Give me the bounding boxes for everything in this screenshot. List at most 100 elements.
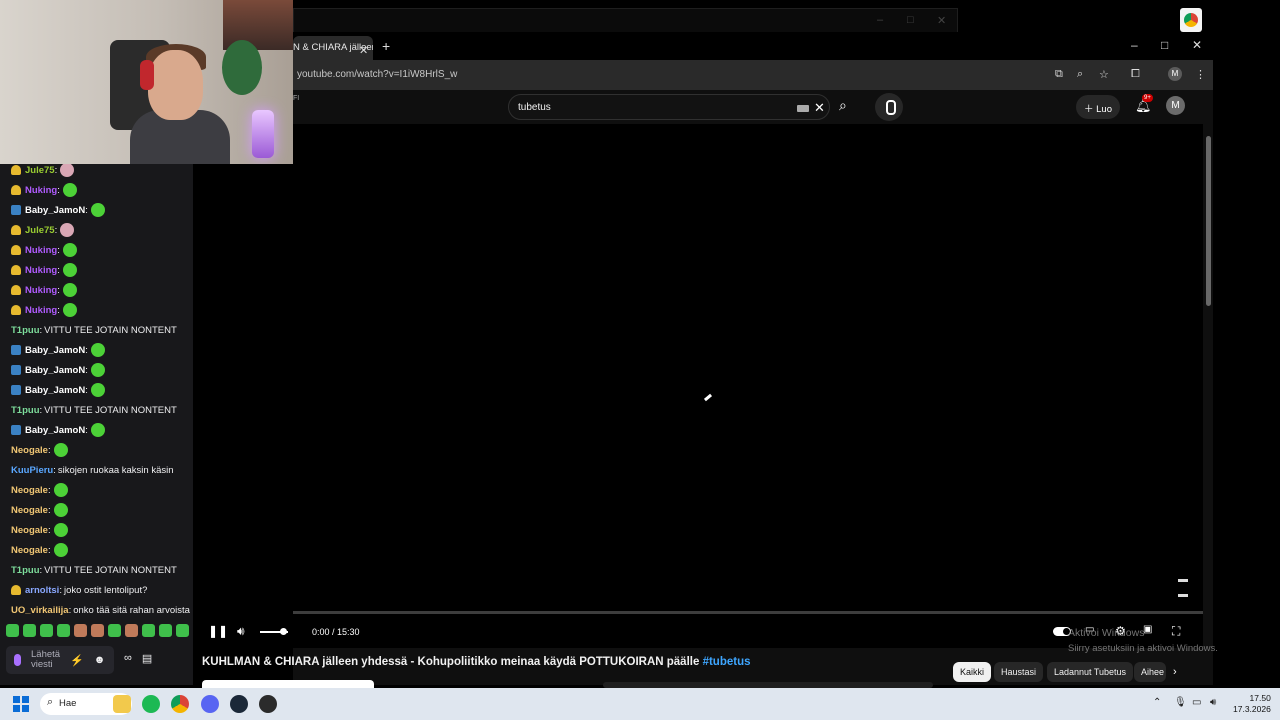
chat-separator: : bbox=[68, 604, 72, 616]
chat-username[interactable]: Neogale bbox=[11, 525, 48, 536]
clock-date: 17.3.2026 bbox=[1233, 704, 1271, 714]
chip-next-icon[interactable]: › bbox=[1173, 666, 1177, 678]
chat-separator: : bbox=[57, 264, 60, 276]
chip-uploaded-by[interactable]: Ladannut Tubetus bbox=[1047, 662, 1134, 682]
chat-username[interactable]: T1puu bbox=[11, 405, 40, 416]
webcam-lamp bbox=[252, 110, 274, 158]
chat-separator: : bbox=[59, 584, 62, 596]
volume-icon[interactable]: 🔊︎ bbox=[237, 624, 245, 639]
chat-username[interactable]: UO_virkailija bbox=[11, 605, 69, 616]
chat-username[interactable]: Baby_JamoN bbox=[25, 385, 85, 396]
chat-emote-icon bbox=[62, 263, 77, 277]
chat-username[interactable]: Nuking bbox=[25, 185, 57, 196]
chat-username[interactable]: Baby_JamoN bbox=[25, 425, 85, 436]
bg-close-button[interactable]: ✕ bbox=[937, 14, 946, 27]
chat-message: T1puu: VITTU TEE JOTAIN NONTENT bbox=[0, 560, 193, 580]
chat-username[interactable]: Nuking bbox=[25, 265, 57, 276]
chat-username[interactable]: Neogale bbox=[11, 505, 48, 516]
chat-message: Baby_JamoN: bbox=[0, 380, 193, 400]
chat-separator: : bbox=[57, 184, 60, 196]
desktop-chrome-icon[interactable] bbox=[1180, 8, 1202, 32]
obs-icon[interactable] bbox=[259, 695, 277, 713]
chat-text: joko ostit lentoliput? bbox=[63, 584, 148, 596]
chip-all[interactable]: Kaikki bbox=[953, 662, 992, 682]
chat-username[interactable]: Jule75 bbox=[25, 165, 55, 176]
chat-separator: : bbox=[47, 524, 51, 536]
chat-message: Neogale: bbox=[0, 500, 193, 520]
background-window-titlebar: – □ ✕ bbox=[293, 8, 958, 34]
chat-mic-icon[interactable] bbox=[14, 654, 21, 666]
tray-network-icon[interactable]: ▭ bbox=[1192, 697, 1201, 708]
chat-username[interactable]: Jule75 bbox=[25, 225, 55, 236]
sub-badge-icon bbox=[11, 265, 21, 275]
chip-related[interactable]: Aihee bbox=[1134, 662, 1166, 682]
video-hashtag[interactable]: #tubetus bbox=[703, 656, 751, 668]
twitch-chat-panel: Jule75: Nuking: Baby_JamoN: Jule75: Nuking: N… bbox=[0, 160, 193, 685]
chat-username[interactable]: Neogale bbox=[11, 485, 48, 496]
chat-username[interactable]: T1puu bbox=[11, 565, 40, 576]
clock-time: 17.50 bbox=[1249, 693, 1271, 703]
chat-emote-icon bbox=[60, 223, 75, 237]
chat-username[interactable]: Neogale bbox=[11, 545, 48, 556]
sub-badge-icon bbox=[11, 165, 21, 175]
chat-message: Nuking: bbox=[0, 300, 193, 320]
tray-mic-icon[interactable]: 🎙︎ bbox=[1174, 697, 1187, 708]
emote-bar[interactable] bbox=[6, 624, 193, 637]
chat-separator: : bbox=[57, 244, 60, 256]
bg-minimize-button[interactable]: – bbox=[877, 14, 883, 26]
windows-activation-text: Siirry asetuksiin ja aktivoi Windows. bbox=[1068, 643, 1218, 654]
discord-icon[interactable] bbox=[201, 695, 219, 713]
chat-message: Jule75: bbox=[0, 220, 193, 240]
gift-icon[interactable]: ▤ bbox=[142, 652, 152, 665]
chat-message: T1puu: VITTU TEE JOTAIN NONTENT bbox=[0, 400, 193, 420]
chat-separator: : bbox=[54, 164, 58, 176]
chat-text: VITTU TEE JOTAIN NONTENT bbox=[44, 404, 177, 416]
taskbar-clock[interactable]: 17.50 17.3.2026 bbox=[1233, 693, 1271, 715]
subscribe-area[interactable] bbox=[202, 680, 374, 688]
volume-knob[interactable] bbox=[280, 628, 287, 635]
chat-separator: : bbox=[47, 444, 51, 456]
chat-username[interactable]: Nuking bbox=[25, 285, 57, 296]
chat-emote-icon bbox=[53, 523, 68, 537]
chat-username[interactable]: Nuking bbox=[25, 305, 57, 316]
prime-badge-icon bbox=[11, 385, 21, 395]
chat-tool-icon[interactable]: ⚡ bbox=[70, 654, 84, 667]
chat-username[interactable]: KuuPieru bbox=[11, 465, 53, 476]
chat-username[interactable]: arnoltsi bbox=[25, 585, 59, 596]
desktop: Jule75: Nuking: Baby_JamoN: Jule75: Nuking: N… bbox=[0, 0, 1280, 720]
bg-maximize-button[interactable]: □ bbox=[907, 14, 914, 26]
chat-emote-icon bbox=[62, 243, 77, 257]
start-button[interactable] bbox=[13, 696, 29, 712]
chat-separator: : bbox=[53, 464, 56, 476]
taskbar: Hae ⌃ 🎙︎ ▭ 🔊︎ 17.50 17.3.2026 bbox=[0, 688, 1280, 720]
emote-picker-icon[interactable]: ☻ bbox=[94, 654, 106, 667]
infinity-icon[interactable]: ∞ bbox=[124, 652, 132, 665]
chat-emote-icon bbox=[90, 383, 105, 397]
chat-message: T1puu: VITTU TEE JOTAIN NONTENT bbox=[0, 320, 193, 340]
file-explorer-icon[interactable] bbox=[113, 695, 131, 713]
chip-search[interactable]: Haustasi bbox=[994, 662, 1044, 682]
chat-emote-icon bbox=[90, 363, 105, 377]
chat-emote-icon bbox=[60, 163, 75, 177]
chat-message: Neogale: bbox=[0, 480, 193, 500]
chat-separator: : bbox=[85, 424, 88, 436]
sub-badge-icon bbox=[11, 285, 21, 295]
pause-icon[interactable]: ❚❚ bbox=[208, 624, 228, 638]
chat-username[interactable]: Baby_JamoN bbox=[25, 205, 85, 216]
steam-icon[interactable] bbox=[230, 695, 248, 713]
chat-separator: : bbox=[85, 204, 88, 216]
sub-badge-icon bbox=[11, 225, 21, 235]
chat-username[interactable]: Neogale bbox=[11, 445, 48, 456]
chat-username[interactable]: Baby_JamoN bbox=[25, 365, 85, 376]
chat-username[interactable]: Nuking bbox=[25, 245, 57, 256]
spotify-icon[interactable] bbox=[142, 695, 160, 713]
chrome-taskbar-icon[interactable] bbox=[171, 695, 189, 713]
tray-volume-icon[interactable]: 🔊︎ bbox=[1210, 697, 1216, 708]
chat-username[interactable]: T1puu bbox=[11, 325, 40, 336]
tray-chevron-icon[interactable]: ⌃ bbox=[1153, 697, 1161, 708]
chat-separator: : bbox=[57, 284, 60, 296]
chat-separator: : bbox=[85, 384, 88, 396]
chat-separator: : bbox=[39, 324, 43, 336]
chat-username[interactable]: Baby_JamoN bbox=[25, 345, 85, 356]
chat-emote-icon bbox=[62, 303, 77, 317]
